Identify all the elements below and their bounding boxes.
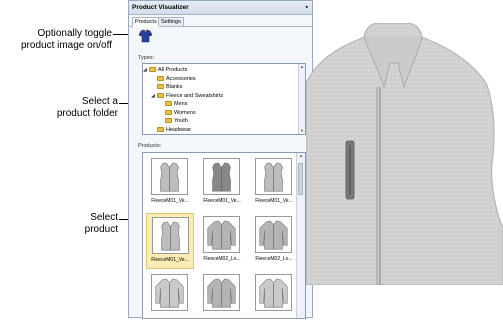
product-thumbnail xyxy=(151,274,188,311)
pin-icon[interactable]: ▪ xyxy=(306,1,308,14)
folder-icon xyxy=(165,101,172,107)
product-tile[interactable]: FleeceM02_Lo... xyxy=(250,213,298,269)
product-tile[interactable] xyxy=(198,271,246,318)
callout-product-line2: product xyxy=(84,224,118,235)
callout-select-product: Select product xyxy=(0,212,118,236)
product-thumbnail xyxy=(255,158,292,195)
product-thumbnail xyxy=(203,158,240,195)
panel-header: Product Visualizer ▪ xyxy=(129,1,312,15)
garment-thumbnail-icon xyxy=(259,278,288,308)
garment-thumbnail-icon xyxy=(259,220,288,250)
callout-folder-line1: Select a xyxy=(81,96,118,107)
tree-item[interactable]: Blanks xyxy=(157,83,183,91)
folder-icon xyxy=(149,67,156,73)
product-visualizer-panel: Product Visualizer ▪ Products Settings T… xyxy=(128,0,313,319)
tree-item[interactable]: Womens xyxy=(165,109,196,117)
product-thumbnail xyxy=(203,274,240,311)
tree-item[interactable]: ◢ All Products xyxy=(143,66,188,74)
types-tree[interactable]: ▲ ▼ ◢ All Products Accessories Blanks ◢ Fleec… xyxy=(142,63,306,135)
product-tile[interactable]: FleeceM01_Ve... xyxy=(250,155,298,211)
garment-thumbnail-icon xyxy=(160,162,179,192)
product-label: FleeceM01_Ve... xyxy=(151,257,189,263)
product-label: FleeceM01_Ve... xyxy=(203,198,241,204)
product-tile[interactable] xyxy=(146,271,194,318)
folder-icon xyxy=(165,109,172,115)
folder-icon xyxy=(157,75,164,81)
product-thumbnail xyxy=(203,216,240,253)
callout-toggle-image: Optionally toggle product image on/off xyxy=(0,28,112,52)
collapse-icon[interactable]: ◢ xyxy=(143,66,147,74)
garment-thumbnail-icon xyxy=(161,221,180,251)
product-tile[interactable]: FleeceM02_Lo... xyxy=(198,213,246,269)
tree-item[interactable]: Youth xyxy=(165,117,188,125)
product-tile[interactable]: FleeceM01_Ve... xyxy=(146,155,194,211)
tree-item[interactable]: Headwear xyxy=(157,126,191,134)
product-thumbnail xyxy=(151,158,188,195)
panel-title: Product Visualizer xyxy=(132,4,189,11)
tree-item-label: All Products xyxy=(158,67,188,73)
garment-thumbnail-icon xyxy=(207,220,236,250)
product-tile[interactable]: FleeceM01_Ve... xyxy=(146,213,194,269)
product-label: FleeceM01_Ve... xyxy=(151,198,189,204)
callout-product-line1: Select xyxy=(90,212,118,223)
tree-item-label: Headwear xyxy=(166,126,192,133)
tree-item[interactable]: ◢ Fleece and Sweatshirts xyxy=(151,92,224,100)
collapse-icon[interactable]: ◢ xyxy=(151,92,155,100)
garment-thumbnail-icon xyxy=(155,278,184,308)
garment-thumbnail-icon xyxy=(207,278,236,308)
tab-settings[interactable]: Settings xyxy=(158,17,184,26)
scroll-up-icon[interactable]: ▲ xyxy=(299,64,305,70)
callout-select-folder: Select a product folder xyxy=(0,96,118,120)
folder-icon xyxy=(157,84,164,90)
product-preview-image xyxy=(306,23,503,285)
product-thumbnail xyxy=(152,217,189,254)
callout-toggle-line2: product image on/off xyxy=(21,40,112,51)
tree-item-label: Accessories xyxy=(166,75,196,82)
garment-thumbnail-icon xyxy=(212,162,231,192)
tree-item-label: Fleece and Sweatshirts xyxy=(166,92,224,99)
toggle-product-image-icon[interactable] xyxy=(138,29,153,43)
callout-toggle-line1: Optionally toggle xyxy=(37,28,113,39)
product-label: FleeceM01_Ve... xyxy=(255,198,293,204)
scrollbar-thumb[interactable] xyxy=(298,163,303,195)
product-label: FleeceM02_Lo... xyxy=(255,256,293,262)
garment-thumbnail-icon xyxy=(264,162,283,192)
toolbar xyxy=(129,26,312,48)
folder-icon xyxy=(157,126,164,132)
callout-folder-line2: product folder xyxy=(56,108,118,119)
folder-icon xyxy=(157,92,164,98)
product-label: FleeceM02_Lo... xyxy=(203,256,241,262)
tree-item-label: Youth xyxy=(174,118,188,124)
tree-item[interactable]: Accessories xyxy=(157,75,196,83)
tree-item-label: Blanks xyxy=(166,84,183,90)
products-label: Products: xyxy=(138,143,162,149)
folder-icon xyxy=(165,118,172,124)
product-tile[interactable] xyxy=(250,271,298,318)
product-thumbnail xyxy=(255,216,292,253)
products-grid: ▲ FleeceM01_Ve... FleeceM01_Ve... FleeceM0… xyxy=(142,152,306,319)
tree-item-label: Mens xyxy=(174,101,188,107)
tree-item-label: Womens xyxy=(174,109,196,116)
product-tile[interactable]: FleeceM01_Ve... xyxy=(198,155,246,211)
types-scrollbar[interactable]: ▲ ▼ xyxy=(298,64,305,134)
product-thumbnail xyxy=(255,274,292,311)
scroll-down-icon[interactable]: ▼ xyxy=(299,128,305,134)
tree-item[interactable]: Mens xyxy=(165,100,187,108)
types-label: Types: xyxy=(138,55,155,61)
scroll-up-icon[interactable]: ▲ xyxy=(298,153,304,159)
